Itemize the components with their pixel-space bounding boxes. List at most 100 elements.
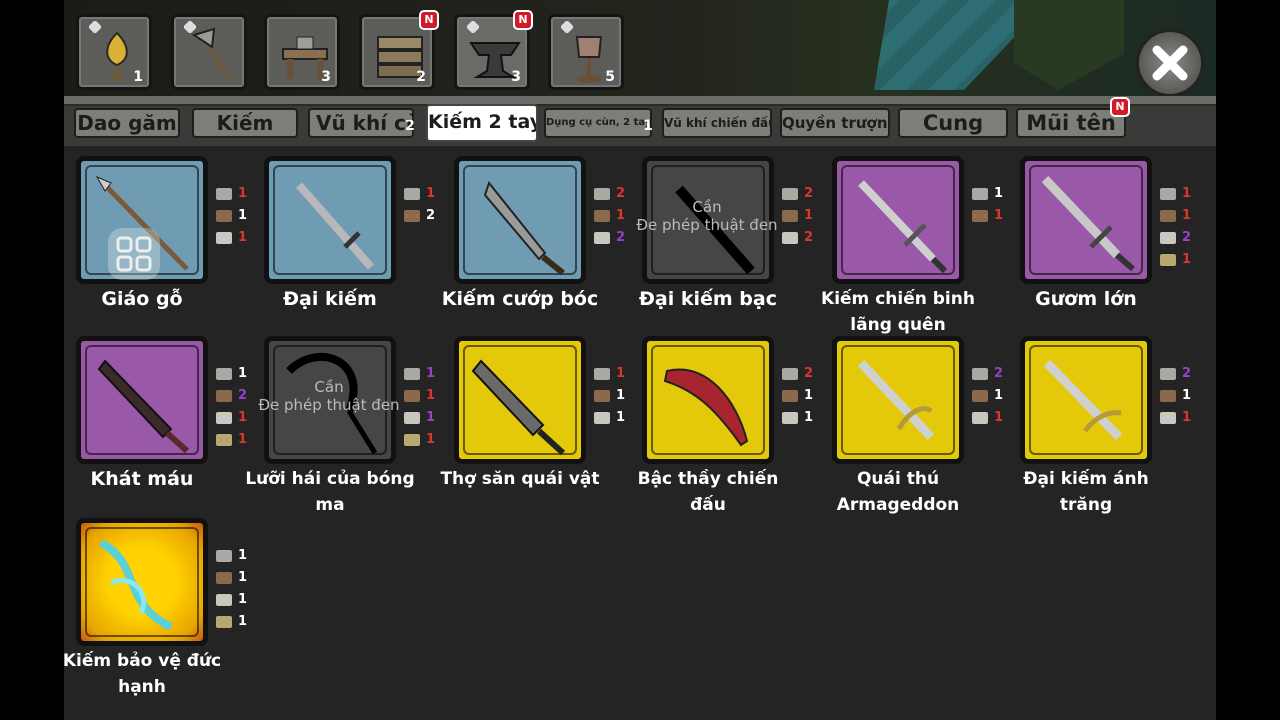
- new-badge: N: [1110, 97, 1130, 117]
- tab-label: Vũ khí chiến đấu: [664, 116, 772, 130]
- ingredient: 2: [782, 366, 813, 381]
- ingredient-qty: 2: [426, 208, 436, 223]
- ingredient-icon: [782, 367, 798, 380]
- axe-icon: [191, 27, 233, 81]
- item-card[interactable]: [642, 336, 774, 464]
- ingredient: 1: [216, 548, 247, 563]
- category-axe[interactable]: [171, 14, 247, 90]
- ingredient-icon: [972, 209, 988, 222]
- ingredient: 1: [216, 432, 247, 447]
- tab-label: Vũ khí cùn: [316, 111, 412, 135]
- ingredient-icon: [594, 187, 610, 200]
- category-count: 1: [133, 69, 143, 85]
- tab-quyen-truong[interactable]: Quyền trượng: [780, 108, 890, 138]
- ingredient-qty: 1: [426, 366, 436, 381]
- tab-kiem-2-tay[interactable]: Kiếm 2 tay: [426, 104, 538, 142]
- ingredient: 1: [594, 366, 625, 381]
- weapon-icon: [1041, 175, 1135, 272]
- item-name: Đại kiếm bạc: [638, 288, 777, 310]
- ingredient: 2: [404, 208, 435, 223]
- tab-count: 1: [643, 118, 653, 134]
- ingredient-qty: 1: [238, 432, 248, 447]
- ingredient: 1: [594, 388, 625, 403]
- ingredient-qty: 1: [426, 432, 436, 447]
- ingredient: 1: [404, 410, 435, 425]
- category-workbench[interactable]: 3: [264, 14, 340, 90]
- ingredient: 1: [782, 208, 813, 223]
- locked-line1: Cần: [692, 198, 722, 216]
- ingredient-icon: [404, 209, 420, 222]
- info-icon: [467, 21, 479, 33]
- locked-requirement: Cần Đe phép thuật đen: [612, 198, 802, 234]
- ingredient-qty: 2: [1182, 366, 1192, 381]
- category-torch[interactable]: 1: [76, 14, 152, 90]
- ingredient-qty: 1: [238, 186, 248, 201]
- ingredient: 2: [1160, 230, 1191, 245]
- tab-kiem[interactable]: Kiếm: [192, 108, 298, 138]
- ingredient-icon: [404, 411, 420, 424]
- ingredient-icon: [216, 209, 232, 222]
- locked-requirement: Cần Đe phép thuật đen: [234, 378, 424, 414]
- ingredient-qty: 1: [994, 388, 1004, 403]
- ingredient: 1: [972, 388, 1003, 403]
- ingredient: 1: [216, 230, 247, 245]
- category-armor-stand[interactable]: 5: [548, 14, 624, 90]
- item-card[interactable]: [832, 156, 964, 284]
- ingredient-qty: 1: [994, 186, 1004, 201]
- item-card[interactable]: [832, 336, 964, 464]
- ingredient-qty: 2: [804, 186, 814, 201]
- item-card[interactable]: [454, 336, 586, 464]
- weapon-icon: [857, 359, 935, 441]
- item-name: Kiếm cướp bóc: [441, 288, 599, 310]
- item-card[interactable]: [264, 156, 396, 284]
- weapon-icon: [471, 359, 566, 456]
- item-name: Thợ săn quái vật: [440, 469, 600, 489]
- ingredient-qty: 1: [238, 614, 248, 629]
- ingredient-icon: [404, 389, 420, 402]
- ingredient-icon: [782, 389, 798, 402]
- tab-cung[interactable]: Cung: [898, 108, 1008, 138]
- ingredient-icon: [594, 367, 610, 380]
- item-name: Lưỡi hái của bóng ma: [245, 469, 415, 515]
- water-tiles: [874, 0, 1024, 90]
- close-icon: [1152, 45, 1188, 81]
- item-card[interactable]: [76, 518, 208, 646]
- ingredient-icon: [782, 209, 798, 222]
- ingredient-icon: [1160, 253, 1176, 266]
- close-button[interactable]: [1136, 29, 1204, 97]
- category-count: 2: [416, 69, 426, 85]
- grid-menu-button[interactable]: [108, 228, 160, 280]
- new-badge: N: [419, 10, 439, 30]
- tab-label: Cung: [922, 111, 984, 135]
- item-card[interactable]: [1020, 156, 1152, 284]
- grass-tiles: [1014, 0, 1124, 90]
- category-count: 5: [605, 69, 615, 85]
- tab-vu-khi-chien-dau[interactable]: Vũ khí chiến đấu: [662, 108, 772, 138]
- ingredient: 2: [1160, 366, 1191, 381]
- tab-dung-cu-cun-2-tay[interactable]: Dụng cụ cùn, 2 tay: [544, 108, 652, 138]
- ingredient-qty: 1: [804, 388, 814, 403]
- item-name: Quái thú Armageddon: [836, 469, 960, 515]
- ingredient-icon: [972, 187, 988, 200]
- ingredient-icon: [782, 187, 798, 200]
- ingredient: 1: [1160, 252, 1191, 267]
- ingredient-icon: [972, 367, 988, 380]
- ingredient-icon: [594, 209, 610, 222]
- item-card[interactable]: [1020, 336, 1152, 464]
- ingredient: 1: [972, 186, 1003, 201]
- ingredient: 1: [404, 432, 435, 447]
- item-card[interactable]: [76, 336, 208, 464]
- ingredient-qty: 1: [426, 186, 436, 201]
- ingredient: 1: [1160, 388, 1191, 403]
- ingredient: 1: [216, 570, 247, 585]
- tab-vu-khi-cun[interactable]: Vũ khí cùn: [308, 108, 414, 138]
- item-card[interactable]: [454, 156, 586, 284]
- ingredient-icon: [216, 231, 232, 244]
- ingredient-icon: [404, 433, 420, 446]
- ingredient-icon: [972, 411, 988, 424]
- tab-dao-gam[interactable]: Dao găm: [74, 108, 180, 138]
- category-count: 3: [511, 69, 521, 85]
- ingredient-icon: [404, 367, 420, 380]
- info-icon: [89, 21, 101, 33]
- weapon-icon: [858, 180, 948, 274]
